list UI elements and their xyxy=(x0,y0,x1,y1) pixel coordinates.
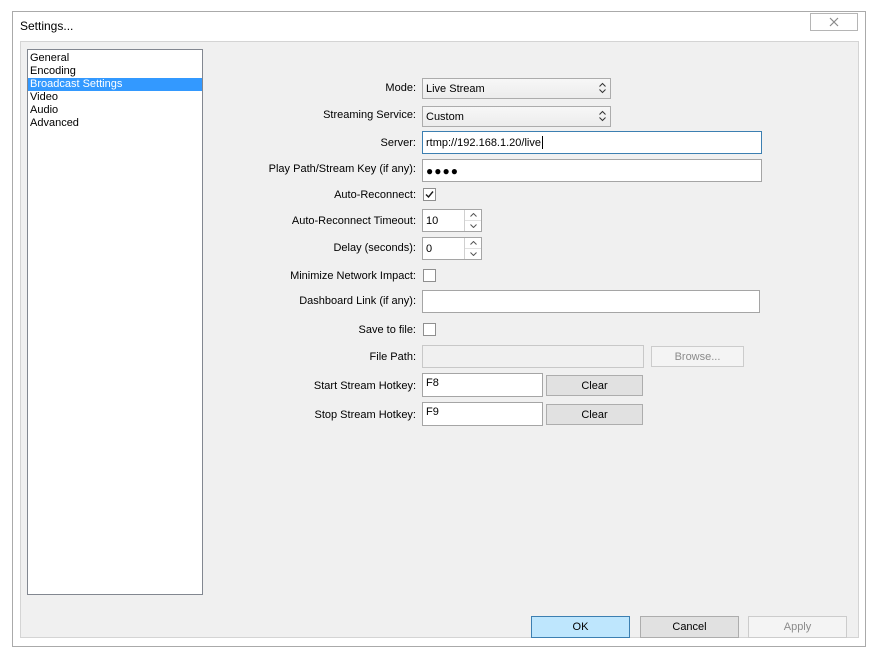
updown-arrow-icon xyxy=(599,110,606,122)
spin-buttons xyxy=(464,210,481,231)
chevron-up-icon xyxy=(469,212,477,217)
file-path-label: File Path: xyxy=(369,351,416,363)
settings-window: Settings... General Encoding Broadcast S… xyxy=(12,11,866,647)
save-to-file-checkbox[interactable] xyxy=(423,323,436,336)
mode-value: Live Stream xyxy=(426,82,485,95)
stop-hotkey-clear-button[interactable]: Clear xyxy=(546,404,643,425)
category-list[interactable]: General Encoding Broadcast Settings Vide… xyxy=(27,49,203,595)
server-label: Server: xyxy=(380,137,416,149)
file-path-input xyxy=(422,345,644,368)
stream-key-value: ●●●● xyxy=(426,163,459,178)
category-item-general[interactable]: General xyxy=(28,52,202,65)
updown-arrow-icon xyxy=(599,82,606,94)
cancel-button[interactable]: Cancel xyxy=(640,616,739,638)
chevron-up-icon xyxy=(469,240,477,245)
stream-key-input[interactable]: ●●●● xyxy=(422,159,762,182)
browse-button: Browse... xyxy=(651,346,744,367)
ok-button[interactable]: OK xyxy=(531,616,630,638)
category-item-audio[interactable]: Audio xyxy=(28,104,202,117)
start-hotkey-input[interactable]: F8 xyxy=(422,373,543,397)
category-item-encoding[interactable]: Encoding xyxy=(28,65,202,78)
dashboard-link-input[interactable] xyxy=(422,290,760,313)
minimize-impact-checkbox[interactable] xyxy=(423,269,436,282)
save-to-file-label: Save to file: xyxy=(358,324,416,336)
streaming-service-label: Streaming Service: xyxy=(323,109,416,121)
server-value: rtmp://192.168.1.20/live xyxy=(426,136,541,149)
delay-value: 0 xyxy=(426,242,433,255)
streaming-service-select[interactable]: Custom xyxy=(422,106,611,127)
spin-up-button[interactable] xyxy=(465,238,481,249)
text-caret xyxy=(541,136,543,149)
start-hotkey-clear-button[interactable]: Clear xyxy=(546,375,643,396)
streaming-service-value: Custom xyxy=(426,110,464,123)
title-bar: Settings... xyxy=(13,12,865,40)
apply-button: Apply xyxy=(748,616,847,638)
category-item-broadcast-settings[interactable]: Broadcast Settings xyxy=(28,78,202,91)
stream-key-label: Play Path/Stream Key (if any): xyxy=(268,163,416,175)
minimize-impact-label: Minimize Network Impact: xyxy=(290,270,416,282)
close-icon xyxy=(829,17,839,27)
delay-label: Delay (seconds): xyxy=(333,242,416,254)
spin-up-button[interactable] xyxy=(465,210,481,221)
chevron-down-icon xyxy=(469,251,477,256)
start-hotkey-value: F8 xyxy=(426,377,439,389)
checkmark-icon xyxy=(425,191,434,199)
spin-down-button[interactable] xyxy=(465,221,481,232)
server-input[interactable]: rtmp://192.168.1.20/live xyxy=(422,131,762,154)
spin-buttons xyxy=(464,238,481,259)
stop-hotkey-label: Stop Stream Hotkey: xyxy=(314,409,417,421)
auto-reconnect-label: Auto-Reconnect: xyxy=(334,189,416,201)
dialog-client-area: General Encoding Broadcast Settings Vide… xyxy=(20,41,859,638)
stop-hotkey-value: F9 xyxy=(426,406,439,418)
auto-reconnect-checkbox[interactable] xyxy=(423,188,436,201)
spin-down-button[interactable] xyxy=(465,249,481,260)
category-item-video[interactable]: Video xyxy=(28,91,202,104)
stop-hotkey-input[interactable]: F9 xyxy=(422,402,543,426)
start-hotkey-label: Start Stream Hotkey: xyxy=(313,380,416,392)
dashboard-link-label: Dashboard Link (if any): xyxy=(299,295,416,307)
reconnect-timeout-label: Auto-Reconnect Timeout: xyxy=(291,215,416,227)
reconnect-timeout-spinbox[interactable]: 10 xyxy=(422,209,482,232)
chevron-down-icon xyxy=(469,223,477,228)
window-title: Settings... xyxy=(20,19,74,33)
delay-spinbox[interactable]: 0 xyxy=(422,237,482,260)
category-item-advanced[interactable]: Advanced xyxy=(28,117,202,130)
mode-label: Mode: xyxy=(385,82,416,94)
reconnect-timeout-value: 10 xyxy=(426,214,439,227)
mode-select[interactable]: Live Stream xyxy=(422,78,611,99)
close-button[interactable] xyxy=(810,13,858,31)
